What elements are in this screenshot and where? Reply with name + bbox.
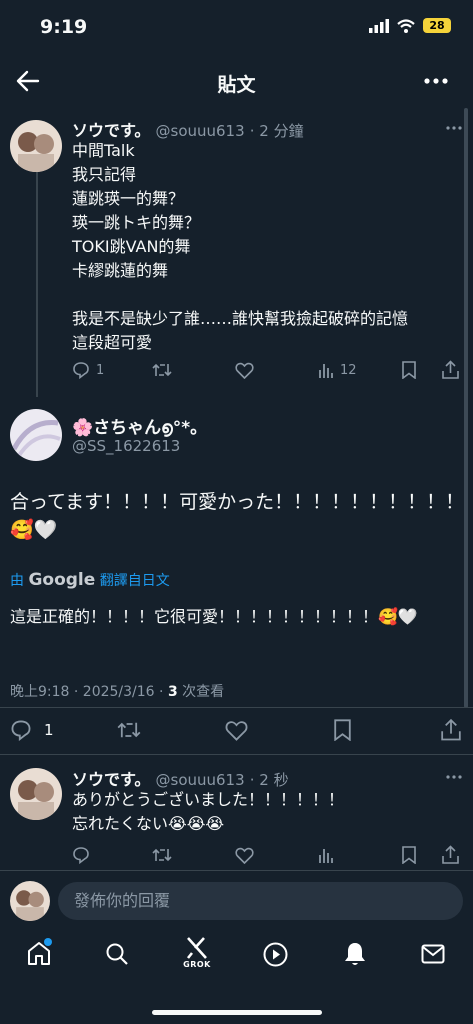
reply-button[interactable]: 1 [10, 719, 54, 741]
wifi-icon [397, 18, 415, 33]
views-button[interactable]: 12 [318, 362, 357, 378]
tweet-text: 中間Talk 我只記得 蓮跳瑛一的舞？ 瑛一跳トキ的舞？ TOKI跳VAN的舞 … [72, 141, 409, 352]
my-avatar[interactable] [10, 881, 50, 921]
notification-dot [44, 938, 52, 946]
bookmark-icon[interactable] [334, 719, 351, 741]
views-count: 12 [340, 362, 357, 378]
status-icons: 28 [369, 18, 451, 33]
view-label: 次查看 [177, 684, 225, 700]
search-icon[interactable] [105, 942, 129, 966]
header: 貼文 [0, 56, 473, 106]
tweet-time: · 2 秒 [249, 771, 289, 789]
views-icon[interactable] [318, 847, 334, 863]
status-time: 9:19 [40, 16, 88, 38]
retweet-icon[interactable] [152, 847, 172, 863]
reply-button[interactable]: 1 [72, 361, 104, 379]
view-count: 3 [167, 684, 178, 700]
like-icon[interactable] [235, 847, 254, 864]
author-handle[interactable]: @souuu613 [156, 122, 245, 140]
google-logo: Google [28, 570, 96, 590]
like-icon[interactable] [235, 362, 254, 379]
reply-count: 1 [44, 721, 54, 739]
grok-icon [186, 937, 207, 959]
author-name[interactable]: 🌸さちゃん൭°*。 [72, 413, 207, 438]
more-options-icon[interactable] [424, 78, 448, 84]
like-icon[interactable] [225, 720, 248, 741]
messages-icon[interactable] [421, 944, 445, 964]
translated-text: 這是正確的！！！！它很可愛！！！！！！！！！！🥰🤍 [10, 607, 418, 626]
reply-count: 1 [96, 362, 105, 378]
post-timestamp: 晚上9:18 · 2025/3/16 · [10, 684, 168, 700]
author-handle[interactable]: @SS_1622613 [72, 437, 180, 455]
tab-grok[interactable]: GROK [182, 936, 212, 969]
divider [0, 754, 473, 755]
reply-icon [73, 362, 89, 379]
video-play-icon[interactable] [263, 942, 288, 967]
translate-by-label: 由 [10, 573, 24, 589]
reply-input[interactable]: 發佈你的回覆 [58, 882, 463, 920]
avatar[interactable] [10, 768, 62, 820]
avatar[interactable] [10, 120, 62, 172]
retweet-icon[interactable] [152, 362, 172, 378]
grok-label: GROK [183, 960, 211, 969]
share-icon[interactable] [442, 360, 459, 379]
thread-line [36, 172, 38, 397]
author-name[interactable]: ソウです。 [72, 121, 150, 140]
avatar[interactable] [10, 409, 62, 461]
page-title: 貼文 [217, 74, 256, 96]
divider [0, 707, 473, 708]
tweet-more-icon[interactable] [446, 775, 462, 779]
tweet-meta: 晚上9:18 · 2025/3/16 · 3 次查看 [10, 681, 224, 701]
notifications-bell-icon[interactable] [343, 941, 367, 967]
share-icon[interactable] [441, 718, 461, 741]
author-name[interactable]: ソウです。 [72, 770, 150, 789]
divider [0, 870, 473, 871]
bottom-tab-bar: GROK [0, 930, 473, 990]
bookmark-icon[interactable] [402, 361, 416, 379]
author-handle[interactable]: @souuu613 [156, 771, 245, 789]
bookmark-icon[interactable] [402, 846, 416, 864]
tweet-header: ソウです。 @souuu613 · 2 秒 [72, 766, 289, 790]
battery-indicator: 28 [423, 18, 451, 33]
tweet-header: ソウです。 @souuu613 · 2 分鐘 [72, 117, 304, 141]
signal-icon [369, 18, 389, 33]
views-icon [319, 364, 333, 378]
tweet-text: ありがとうございました！！！！！！ 忘れたくない😭😭😭 [72, 790, 345, 833]
translate-link[interactable]: 翻譯自日文 [100, 573, 170, 589]
retweet-icon[interactable] [117, 720, 141, 740]
home-indicator [152, 1010, 322, 1015]
main-tweet-text: 合ってます！！！！可愛かった！！！！！！！！！！🥰🤍 [10, 491, 465, 541]
translation-attribution: 由 Google 翻譯自日文 [10, 570, 170, 590]
reply-icon[interactable] [72, 846, 90, 864]
tweet-time: · 2 分鐘 [249, 122, 304, 140]
reply-icon [11, 720, 31, 741]
status-bar: 9:19 28 [0, 0, 473, 56]
tab-home[interactable] [26, 938, 52, 966]
tweet-more-icon[interactable] [446, 126, 462, 130]
share-icon[interactable] [442, 845, 459, 864]
